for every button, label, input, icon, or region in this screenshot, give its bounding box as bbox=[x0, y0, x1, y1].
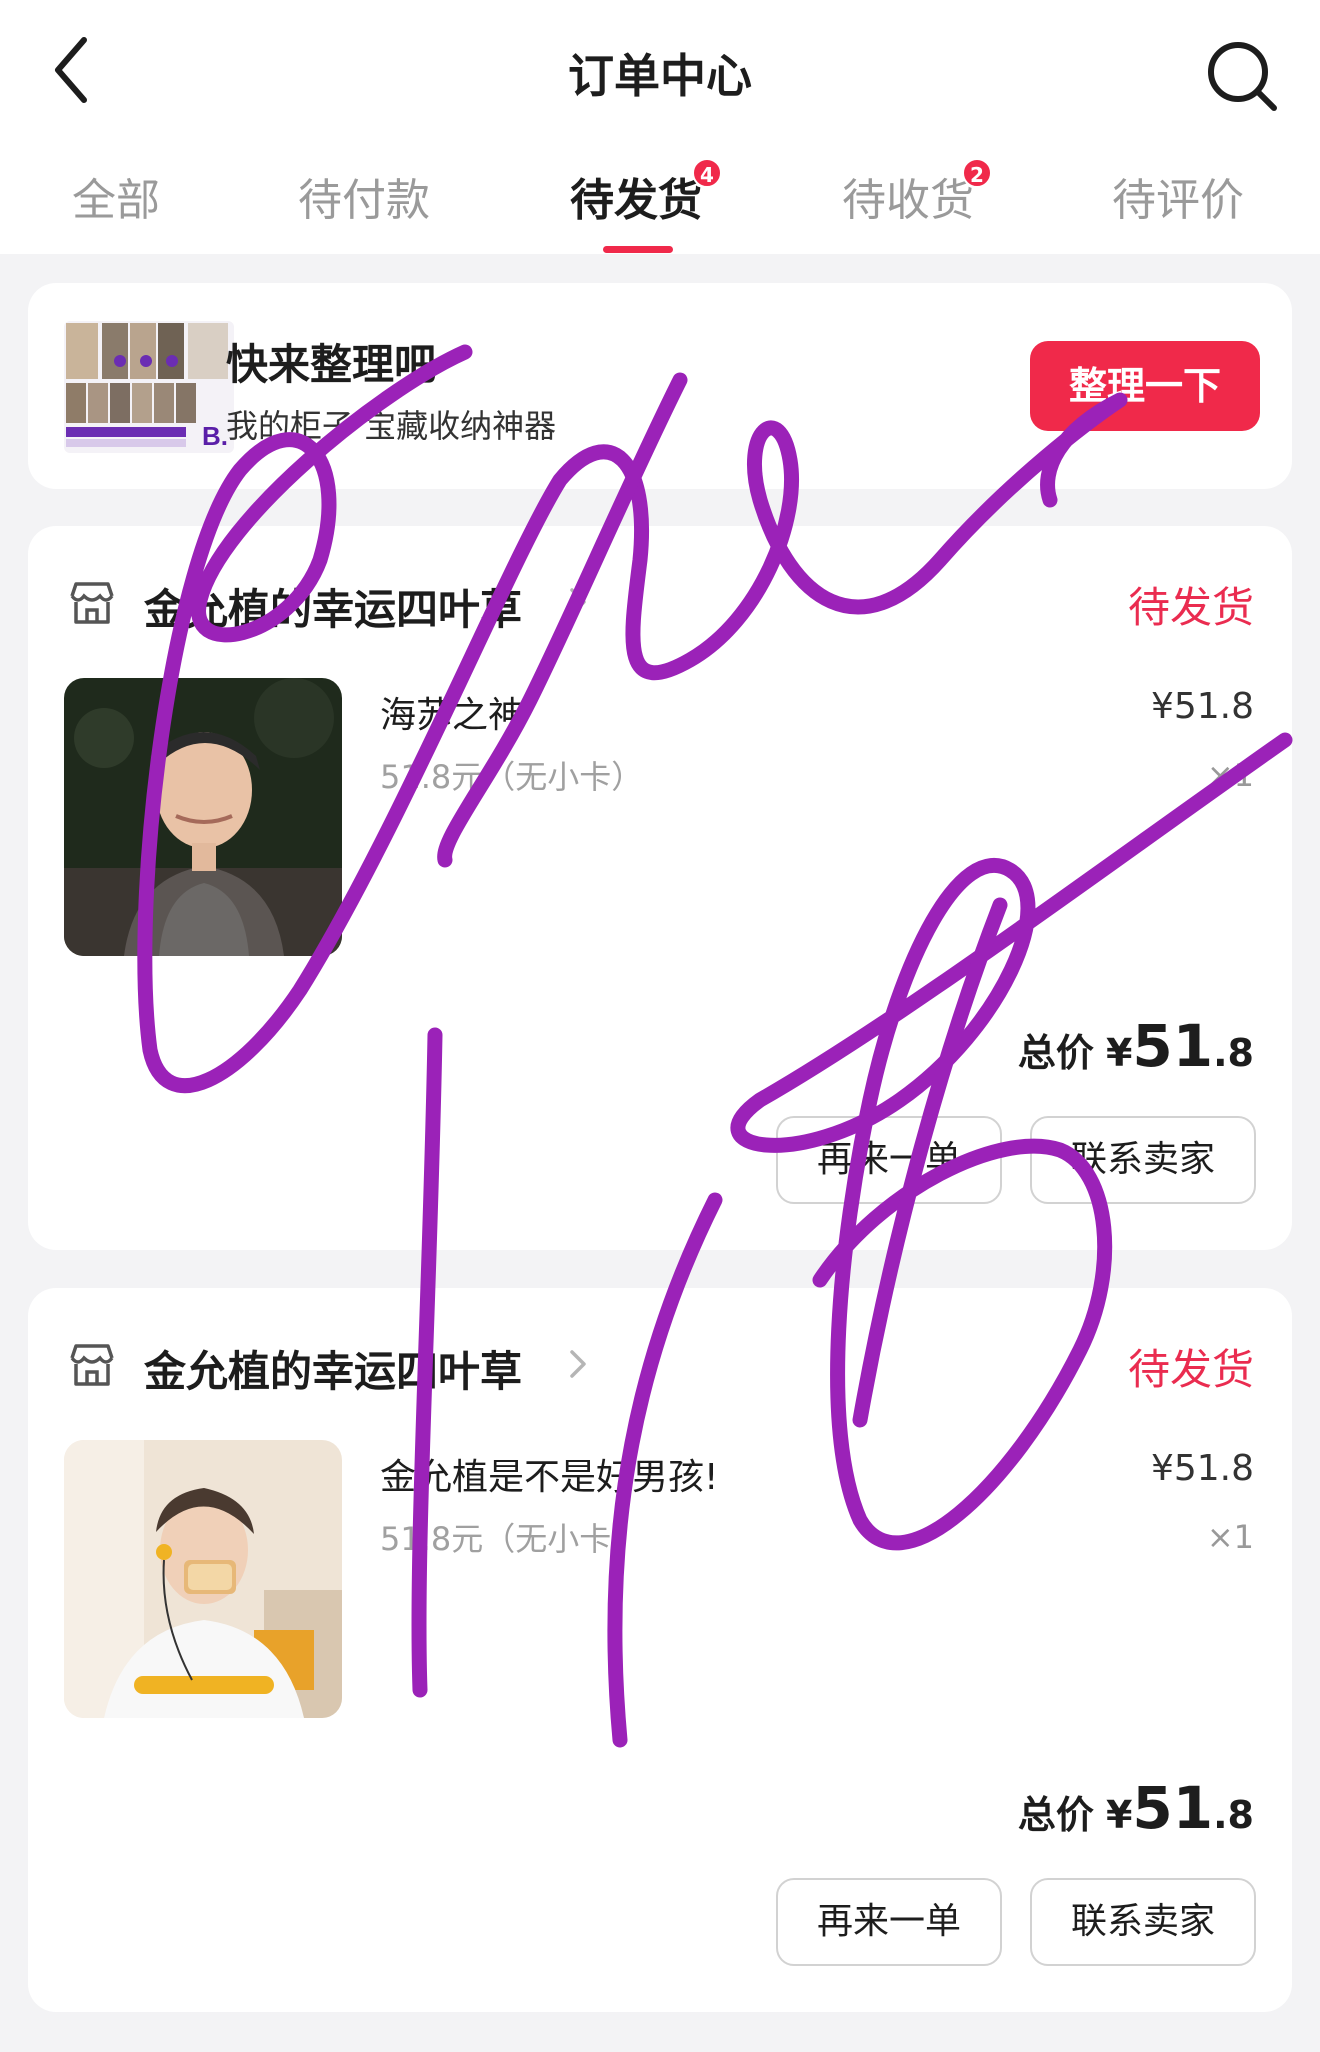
order-status: 待发货 bbox=[1127, 1345, 1254, 1394]
item-price: ¥51.8 bbox=[1150, 686, 1254, 727]
order-total: 总价 ¥51.8 bbox=[1018, 1012, 1254, 1080]
reorder-button[interactable]: 再来一单 bbox=[776, 1878, 1002, 1966]
chevron-right-icon bbox=[570, 1350, 586, 1378]
tab-pending-shipment[interactable]: 待发货 4 bbox=[570, 158, 722, 228]
total-integer: 51 bbox=[1132, 1012, 1214, 1080]
tab-label: 待收货 bbox=[842, 175, 974, 226]
contact-seller-button[interactable]: 联系卖家 bbox=[1030, 1878, 1256, 1966]
total-decimal: .8 bbox=[1213, 1793, 1254, 1837]
tab-label: 全部 bbox=[72, 175, 160, 226]
organize-button[interactable]: 整理一下 bbox=[1030, 341, 1260, 431]
search-button[interactable] bbox=[1200, 34, 1284, 118]
tab-badge: 4 bbox=[692, 158, 722, 188]
shop-name[interactable]: 金允植的幸运四叶草 bbox=[144, 1338, 522, 1399]
header: 订单中心 全部 待付款 待发货 4 待收货 2 待评价 bbox=[0, 0, 1320, 254]
product-image[interactable] bbox=[64, 1440, 342, 1718]
product-name[interactable]: 金允植是不是好男孩! bbox=[380, 1448, 718, 1500]
tab-label: 待评价 bbox=[1112, 175, 1244, 226]
promo-subtitle: 我的柜子 宝藏收纳神器 bbox=[226, 407, 557, 445]
total-integer: 51 bbox=[1132, 1774, 1214, 1842]
contact-seller-button[interactable]: 联系卖家 bbox=[1030, 1116, 1256, 1204]
product-image[interactable] bbox=[64, 678, 342, 956]
tab-pending-payment[interactable]: 待付款 bbox=[298, 164, 430, 228]
product-spec: 51.8元（无小卡） bbox=[380, 1520, 644, 1558]
tab-all[interactable]: 全部 bbox=[72, 164, 160, 228]
store-icon bbox=[70, 582, 114, 624]
search-icon bbox=[1208, 42, 1277, 111]
total-decimal: .8 bbox=[1213, 1031, 1254, 1075]
active-tab-indicator bbox=[603, 246, 673, 253]
tab-pending-receipt[interactable]: 待收货 2 bbox=[842, 158, 992, 228]
promo-thumbnail: B. bbox=[64, 321, 234, 453]
tab-label: 待发货 bbox=[570, 175, 702, 226]
item-quantity: ×1 bbox=[1206, 1518, 1254, 1556]
product-spec: 51.8元（无小卡） bbox=[380, 758, 644, 796]
item-quantity: ×1 bbox=[1206, 756, 1254, 794]
shop-name[interactable]: 金允植的幸运四叶草 bbox=[144, 576, 522, 637]
total-currency: ¥ bbox=[1105, 1031, 1133, 1075]
total-currency: ¥ bbox=[1105, 1793, 1133, 1837]
order-total: 总价 ¥51.8 bbox=[1018, 1774, 1254, 1842]
reorder-button[interactable]: 再来一单 bbox=[776, 1116, 1002, 1204]
store-icon bbox=[70, 1344, 114, 1386]
product-name[interactable]: 海苏之神 bbox=[380, 686, 524, 738]
page-title: 订单中心 bbox=[568, 49, 752, 103]
tab-badge: 2 bbox=[962, 158, 992, 188]
item-price: ¥51.8 bbox=[1150, 1448, 1254, 1489]
chevron-right-icon bbox=[570, 588, 586, 616]
organize-promo-card: B. 快来整理吧 我的柜子 宝藏收纳神器 整理一下 bbox=[28, 283, 1292, 489]
order-card: 金允植的幸运四叶草 待发货 金允植是不是好男孩! 51.8元（无小卡） ¥51.… bbox=[28, 1288, 1292, 2012]
tab-label: 待付款 bbox=[298, 175, 430, 226]
promo-title: 快来整理吧 bbox=[226, 340, 437, 389]
total-label: 总价 bbox=[1017, 1031, 1094, 1075]
order-status: 待发货 bbox=[1127, 583, 1254, 632]
tab-pending-review[interactable]: 待评价 bbox=[1112, 164, 1244, 228]
order-card: 金允植的幸运四叶草 待发货 海苏之神 51.8元（无小卡） ¥51.8 ×1 总… bbox=[28, 526, 1292, 1250]
svg-text:B.: B. bbox=[202, 421, 228, 451]
total-label: 总价 bbox=[1017, 1793, 1094, 1837]
